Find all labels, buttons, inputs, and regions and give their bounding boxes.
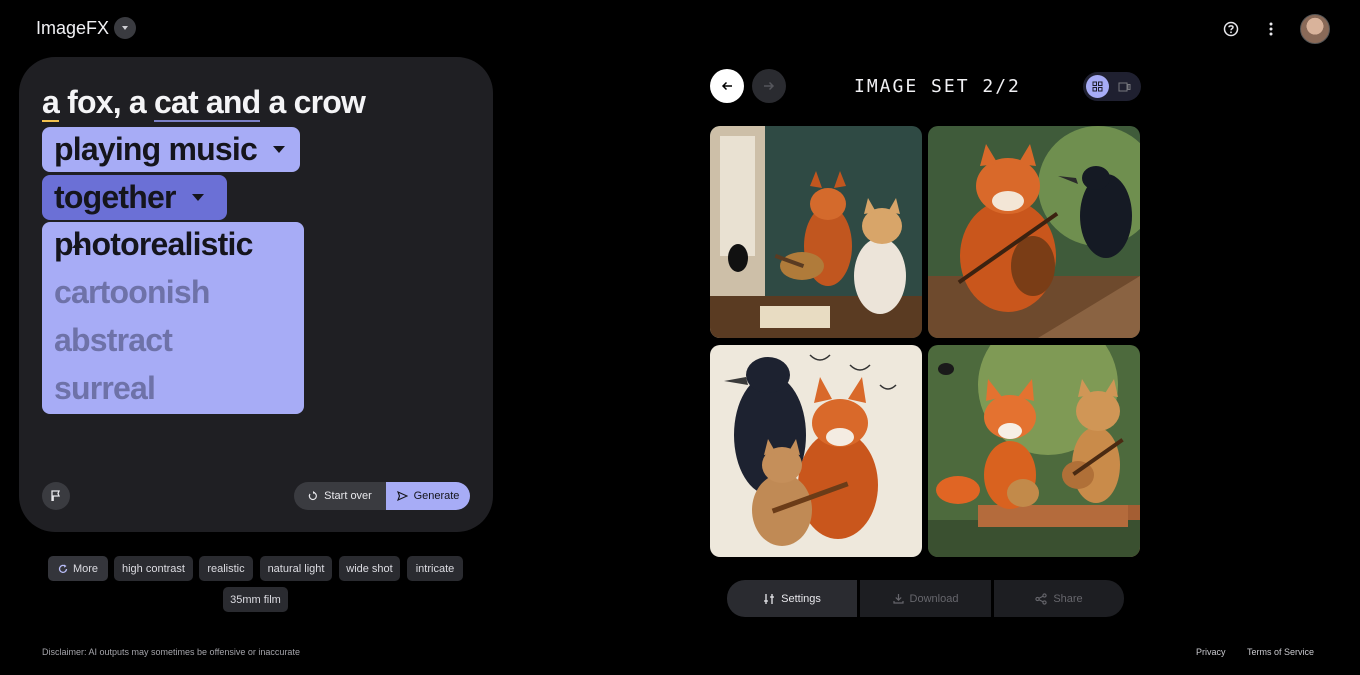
fox-violin-crow-image [928,126,1140,338]
arrow-right-icon [764,81,775,91]
fox-kitten-guitar-image [928,345,1140,557]
crow-fox-kitten-music-image [710,345,922,557]
carousel-icon [1118,82,1131,91]
disclaimer-text: Disclaimer: AI outputs may sometimes be … [42,647,300,657]
style-dropdown[interactable]: photorealistic cartoonish abstract surre… [42,222,304,414]
grid-view-button[interactable] [1086,75,1109,98]
restart-icon [308,491,318,501]
view-toggle [1083,72,1141,101]
prompt-subject[interactable]: a fox, a cat and a crow [42,84,366,122]
caret-down-icon [273,146,285,153]
generated-image-3[interactable] [710,345,922,557]
suggestion-chip[interactable]: realistic [199,556,253,581]
prompt-chip-together[interactable]: together [42,175,227,220]
suggestion-chip[interactable]: high contrast [114,556,193,581]
chevron-down-icon [122,26,128,30]
previous-set-button[interactable] [710,69,744,103]
share-label: Share [1053,592,1083,605]
app-title: ImageFX [36,18,110,38]
caret-down-icon [191,194,204,201]
suggestion-chip[interactable]: natural light [260,556,332,581]
terms-link[interactable]: Terms of Service [1247,647,1314,657]
suggestion-chip[interactable]: 35mm film [223,587,288,612]
suggestion-chip[interactable]: intricate [407,556,463,581]
generated-image-2[interactable] [928,126,1140,338]
prompt-text-fox: fox, a [59,84,154,120]
suggestion-chip[interactable]: wide shot [339,556,400,581]
dropdown-option-surreal[interactable]: surreal [54,370,156,407]
dropdown-option-cartoonish[interactable]: cartoonish [54,274,210,311]
share-icon [1035,592,1047,605]
dropdown-option-abstract[interactable]: abstract [54,322,173,359]
help-button[interactable] [1220,18,1242,40]
download-icon [892,594,904,604]
generate-label: Generate [413,490,460,502]
settings-button[interactable]: Settings [727,580,857,617]
carousel-view-button[interactable] [1113,75,1136,98]
image-set-title: IMAGE SET 2/2 [854,76,1021,97]
more-vert-icon [1269,22,1273,36]
start-over-label: Start over [324,490,372,502]
settings-label: Settings [781,592,821,605]
app-menu-button[interactable] [114,17,136,39]
more-suggestions-button[interactable]: More [48,556,108,581]
chip-label: playing music [54,131,258,167]
share-button[interactable]: Share [994,580,1124,617]
prompt-text-crow: a crow [260,84,366,120]
generate-button[interactable]: Generate [386,482,470,510]
dropdown-selected[interactable]: photorealistic [54,226,253,263]
download-label: Download [909,592,959,605]
prompt-chip-playing-music[interactable]: playing music [42,127,300,172]
generated-image-1[interactable] [710,126,922,338]
report-button[interactable] [42,482,70,510]
chip-label: together [54,179,176,215]
arrow-left-icon [721,81,732,91]
prompt-actions: Start over Generate [294,482,470,510]
tune-icon [764,593,775,604]
prompt-word-a[interactable]: a [42,84,60,122]
fox-cat-crow-room-image [710,126,922,338]
flag-icon [51,490,60,501]
sparkle-send-icon [396,491,408,501]
start-over-button[interactable]: Start over [294,482,386,510]
refresh-icon [58,564,68,573]
avatar[interactable] [1300,14,1330,44]
download-button[interactable]: Download [860,580,991,617]
caret-up-icon [72,241,84,248]
more-options-button[interactable] [1260,18,1282,40]
next-set-button[interactable] [752,69,786,103]
grid-icon [1092,81,1103,92]
privacy-link[interactable]: Privacy [1196,647,1226,657]
generated-image-4[interactable] [928,345,1140,557]
prompt-word-cat-and[interactable]: cat and [153,84,261,122]
help-icon [1223,21,1239,37]
more-label: More [72,562,99,575]
